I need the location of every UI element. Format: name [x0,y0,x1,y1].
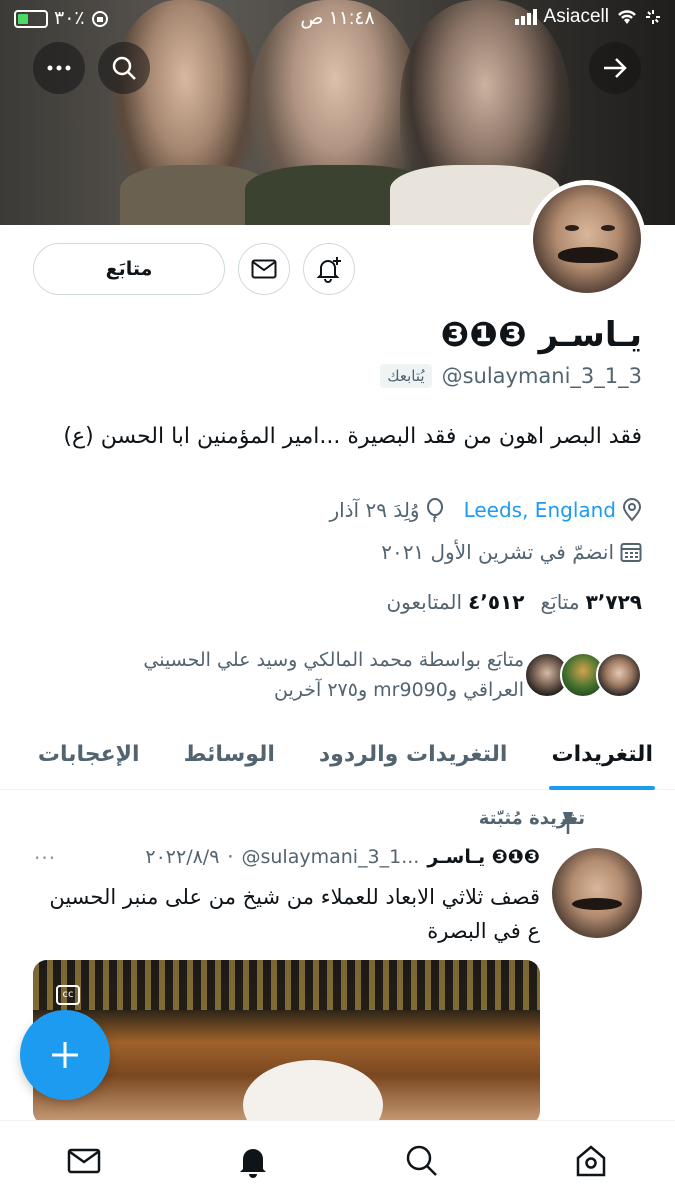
media-calligraphy [33,960,540,1010]
bell-plus-icon [316,257,341,283]
tab-media[interactable]: الوسائط [162,718,297,790]
location-pin-icon [622,498,642,522]
handle-row: @sulaymani_3_1_3 يُتابعك [380,364,642,388]
bottom-nav [0,1120,675,1200]
nav-home[interactable] [561,1131,621,1191]
tweet-text: قصف ثلاثي الابعاد للعملاء من شيخ من على … [49,885,540,943]
tweet-author-avatar[interactable] [552,848,642,938]
calendar-icon [620,543,642,562]
captions-icon: cc [56,985,80,1005]
profile-name: يـاسـر ❸❶❸ [440,315,642,355]
profile-avatar[interactable] [528,180,646,298]
profile-meta: Leeds, England وُلِدَ ٢٩ آذار [329,498,642,522]
signal-icon [514,9,537,25]
tweet-more-button[interactable]: ··· [34,846,56,870]
more-button[interactable] [33,42,85,94]
bell-icon [240,1148,267,1178]
follows-you-badge: يُتابعك [380,364,432,388]
tab-tweets-replies[interactable]: التغريدات والردود [297,718,530,790]
followed-by-avatars [524,652,642,698]
following-count: ٣٬٧٢٩ [585,590,642,614]
balloon-icon [426,498,443,522]
loading-icon [646,10,660,24]
media-turban [243,1060,383,1125]
back-button[interactable] [589,42,641,94]
location-text[interactable]: Leeds, England [464,498,616,522]
tweet-separator: · [227,846,234,868]
followers-count: ٤٬٥١٢ [468,590,525,614]
search-button[interactable] [98,42,150,94]
message-button[interactable] [238,243,290,295]
status-bar: ٣٠٪ ١١:٤٨ ص Asiacell [0,0,675,36]
search-icon [112,56,136,80]
profile-bio: فقد البصر اهون من فقد البصيرة ...امير ال… [63,424,642,449]
avatar-eye-left [565,225,579,231]
following-button[interactable]: متابَع [33,243,225,295]
carrier-name: Asiacell [543,6,609,27]
avatar-eye-right [601,225,615,231]
mail-icon [68,1148,101,1173]
home-icon [576,1144,605,1176]
followed-by-row[interactable]: متابَع بواسطة محمد المالكي وسيد علي الحس… [84,645,642,705]
joined-text: انضمّ في تشرين الأول ٢٠٢١ [381,540,614,564]
arrow-right-icon [604,58,627,78]
followed-by-text: متابَع بواسطة محمد المالكي وسيد علي الحس… [143,649,524,701]
following-label: متابَع [540,590,580,614]
nav-messages[interactable] [54,1131,114,1191]
joined-row: انضمّ في تشرين الأول ٢٠٢١ [381,540,642,564]
tweet-avatar-mustache [572,898,622,910]
avatar [596,652,642,698]
tweet-author-handle[interactable]: @sulaymani_3_1... [241,846,419,868]
mail-icon [251,259,277,279]
tab-likes[interactable]: الإعجابات [16,718,162,790]
tweet-author-name[interactable]: يـاسـر ❸❶❸ [427,846,540,868]
birthday-item: وُلِدَ ٢٩ آذار [329,498,443,522]
joined-item: انضمّ في تشرين الأول ٢٠٢١ [381,540,642,564]
follow-stats: ٣٬٧٢٩متابَع ٤٬٥١٢المتابعون [386,590,642,614]
tweet-media[interactable] [33,960,540,1125]
tab-tweets[interactable]: التغريدات [529,718,675,790]
plus-icon [52,1042,78,1068]
notifications-button[interactable] [303,243,355,295]
profile-tabs: التغريدات التغريدات والردود الوسائط الإع… [0,718,675,790]
birthday-text: وُلِدَ ٢٩ آذار [329,498,420,522]
location-item[interactable]: Leeds, England [464,498,642,522]
tweet-date[interactable]: ٢٠٢٢/٨/٩ [145,846,219,868]
profile-handle: @sulaymani_3_1_3 [441,364,642,388]
followers-label: المتابعون [386,590,463,614]
nav-notifications[interactable] [223,1131,283,1191]
following-stat[interactable]: ٣٬٧٢٩متابَع [541,590,643,614]
more-icon [47,65,71,71]
avatar-mustache [558,247,618,263]
nav-search[interactable] [392,1131,452,1191]
compose-tweet-button[interactable] [20,1010,110,1100]
pinned-label: تغريدة مُثبّتة [478,808,585,829]
wifi-icon [618,10,636,24]
search-icon [406,1145,437,1176]
status-right: Asiacell [514,6,661,28]
followers-stat[interactable]: ٤٬٥١٢المتابعون [386,590,524,614]
tweet-header: يـاسـر ❸❶❸ @sulaymani_3_1... · ٢٠٢٢/٨/٩ [145,846,540,868]
